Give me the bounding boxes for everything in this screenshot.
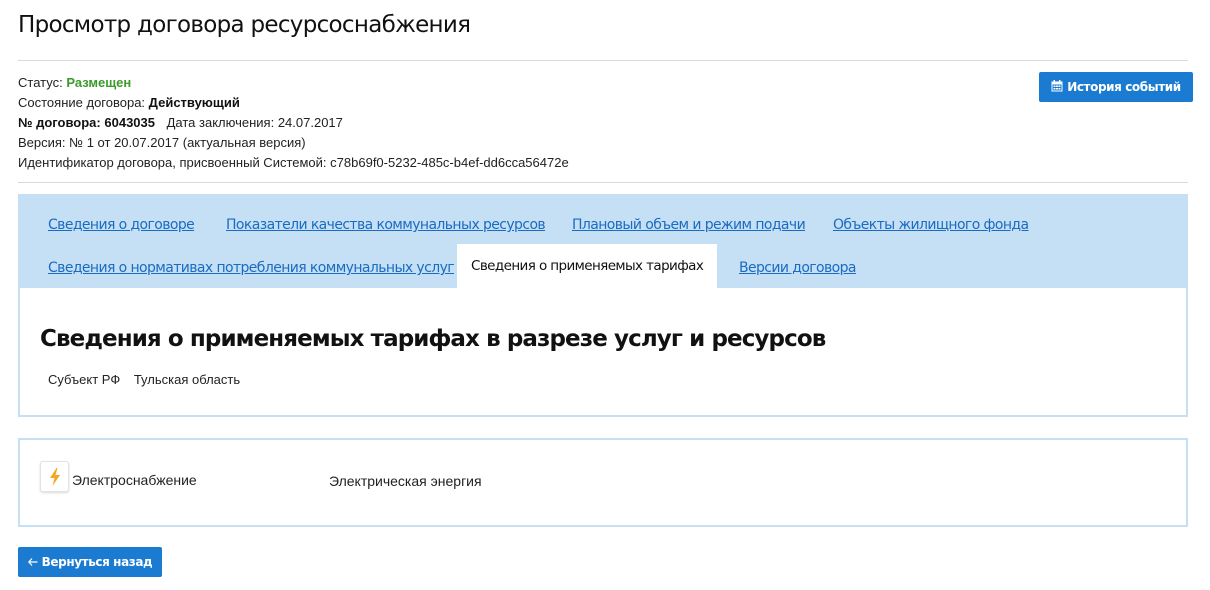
arrow-left-icon — [27, 555, 38, 569]
divider — [18, 60, 1188, 61]
page-title: Просмотр договора ресурсоснабжения — [18, 12, 471, 38]
date-value: 24.07.2017 — [277, 115, 343, 130]
state-label: Состояние договора: — [18, 95, 146, 110]
status-label: Статус: — [18, 75, 63, 90]
date-label: Дата заключения: — [166, 115, 275, 130]
back-button-label: Вернуться назад — [41, 555, 153, 569]
identifier-value: c78b69f0-5232-485c-b4ef-dd6cca56472e — [330, 155, 569, 170]
service-resource: Электрическая энергия — [329, 473, 482, 489]
tab-planned-volume[interactable]: Плановый объем и режим подачи — [572, 217, 806, 233]
history-button[interactable]: История событий — [1039, 72, 1193, 102]
tabs-panel: Сведения о договоре Показатели качества … — [18, 194, 1188, 417]
tab-tariffs[interactable]: Сведения о применяемых тарифах — [457, 244, 718, 288]
state-row: Состояние договора: Действующий — [18, 93, 569, 113]
subject-label: Субъект РФ — [48, 372, 121, 387]
subject-value: Тульская область — [133, 372, 241, 387]
number-value: 6043035 — [104, 115, 155, 130]
tab-housing-objects[interactable]: Объекты жилищного фонда — [833, 217, 1029, 233]
contract-info: Статус: Размещен Состояние договора: Дей… — [18, 73, 569, 173]
subject-row: Субъект РФ Тульская область — [48, 372, 240, 387]
state-value: Действующий — [148, 95, 240, 110]
calendar-icon — [1051, 79, 1063, 95]
service-name: Электроснабжение — [72, 472, 197, 488]
lightning-icon — [40, 461, 69, 492]
number-row: № договора: 6043035 Дата заключения: 24.… — [18, 113, 569, 133]
version-row: Версия: № 1 от 20.07.2017 (актуальная ве… — [18, 135, 306, 150]
history-button-label: История событий — [1067, 80, 1181, 94]
tab-contract-info[interactable]: Сведения о договоре — [48, 217, 195, 233]
service-panel: Электроснабжение Электрическая энергия — [18, 438, 1188, 527]
tab-contract-versions[interactable]: Версии договора — [739, 260, 857, 276]
tab-consumption-norms[interactable]: Сведения о нормативах потребления коммун… — [48, 260, 455, 276]
back-button[interactable]: Вернуться назад — [18, 547, 162, 577]
tab-content: Сведения о применяемых тарифах в разрезе… — [20, 288, 1186, 415]
section-title: Сведения о применяемых тарифах в разрезе… — [40, 326, 826, 352]
identifier-label: Идентификатор договора, присвоенный Сист… — [18, 155, 327, 170]
number-label: № договора: — [18, 115, 101, 130]
divider — [18, 182, 1188, 183]
tab-quality-indicators[interactable]: Показатели качества коммунальных ресурсо… — [226, 217, 546, 233]
identifier-row: Идентификатор договора, присвоенный Сист… — [18, 153, 569, 173]
status-row: Статус: Размещен — [18, 73, 569, 93]
status-badge: Размещен — [66, 75, 132, 90]
